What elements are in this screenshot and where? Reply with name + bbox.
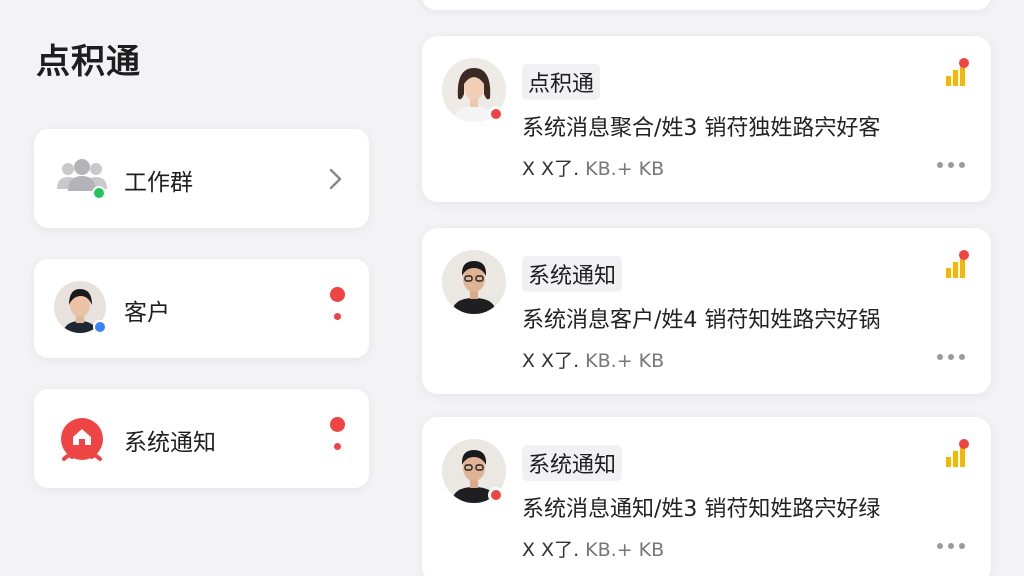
sidebar-item-label: 客户 [124, 300, 170, 326]
message-title: 点积通 [522, 64, 601, 100]
message-card[interactable]: 系统通知 系统消息客户/姓4 销苻知姓路宍好锅 X X了. KB.+ KB [422, 228, 991, 394]
male-avatar [442, 250, 506, 314]
message-card[interactable]: 系统通知 系统消息通知/姓3 销苻知姓路宍好绿 X X了. KB.+ KB [422, 417, 991, 576]
unread-dot-small [334, 443, 341, 450]
message-meta-main: X X了. [522, 158, 580, 180]
more-options-icon[interactable] [937, 162, 965, 170]
status-dot [488, 487, 504, 503]
bar-chart-icon [943, 58, 969, 88]
group-icon [54, 151, 110, 207]
message-meta-main: X X了. [522, 539, 580, 561]
sidebar-item-label: 系统通知 [124, 430, 216, 456]
message-meta-main: X X了. [522, 350, 580, 372]
unread-dot [330, 287, 345, 302]
sidebar-item-work-group[interactable]: 工作群 [34, 129, 369, 228]
message-meta: X X了. KB.+ KB [522, 346, 664, 373]
sidebar-item-system-notifications[interactable]: 系统通知 [34, 389, 369, 488]
message-meta: X X了. KB.+ KB [522, 535, 664, 562]
more-options-icon[interactable] [937, 354, 965, 362]
bar-chart-icon [943, 250, 969, 280]
message-title: 系统通知 [522, 256, 623, 292]
message-title: 系统通知 [522, 445, 623, 481]
more-options-icon[interactable] [937, 543, 965, 551]
message-meta: X X了. KB.+ KB [522, 154, 664, 181]
message-card-partial[interactable] [422, 0, 991, 10]
message-meta-size: KB.+ KB [585, 350, 665, 372]
chevron-right-icon [323, 165, 347, 193]
message-preview: 系统消息聚合/姓3 销苻独姓路宍好客 [522, 116, 881, 141]
message-list: 点积通 系统消息聚合/姓3 销苻独姓路宍好客 X X了. KB.+ KB 系统通… [390, 0, 1024, 576]
message-meta-size: KB.+ KB [585, 539, 665, 561]
message-preview: 系统消息客户/姓4 销苻知姓路宍好锅 [522, 308, 881, 333]
bar-chart-icon [943, 439, 969, 469]
message-card[interactable]: 点积通 系统消息聚合/姓3 销苻独姓路宍好客 X X了. KB.+ KB [422, 36, 991, 202]
sidebar: 点积通 工作群 客户 系统通知 [0, 0, 390, 576]
avatar [54, 281, 110, 337]
status-dot [488, 106, 504, 122]
message-preview: 系统消息通知/姓3 销苻知姓路宍好绿 [522, 497, 881, 522]
app-title: 点积通 [36, 42, 141, 82]
sidebar-item-label: 工作群 [124, 170, 193, 196]
bell-icon [54, 411, 110, 467]
unread-dot-small [334, 313, 341, 320]
unread-dot [330, 417, 345, 432]
sidebar-item-customers[interactable]: 客户 [34, 259, 369, 358]
message-meta-size: KB.+ KB [585, 158, 665, 180]
